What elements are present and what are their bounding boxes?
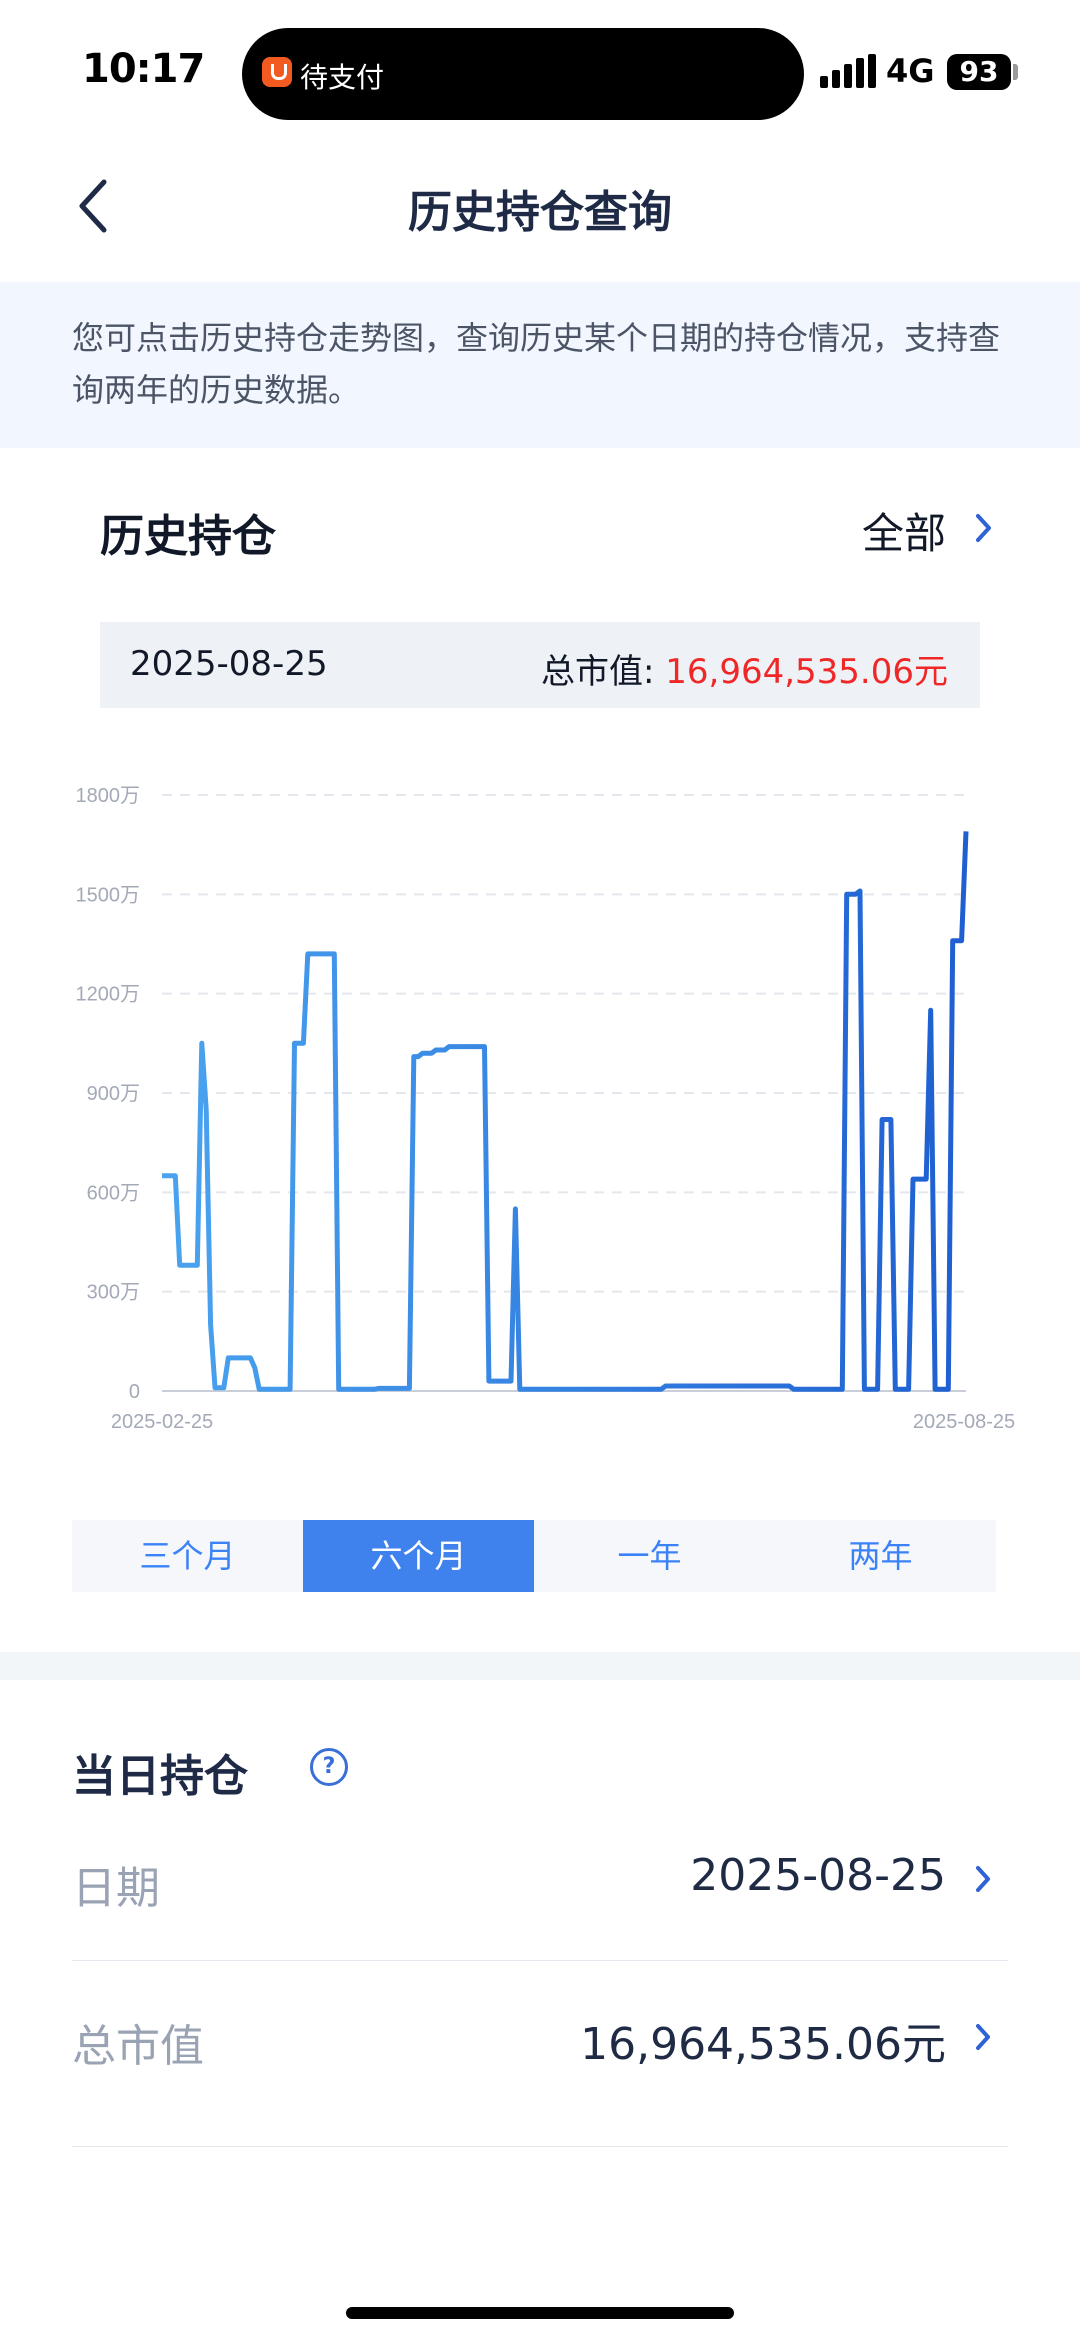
- tab-one-year[interactable]: 一年: [534, 1520, 765, 1592]
- tab-two-years[interactable]: 两年: [765, 1520, 996, 1592]
- y-tick-label: 600万: [87, 1182, 140, 1204]
- holdings-series-line[interactable]: [162, 831, 969, 1392]
- y-tick-label: 1800万: [76, 785, 141, 807]
- y-tick-label: 1500万: [76, 884, 141, 906]
- tab-three-months[interactable]: 三个月: [72, 1520, 303, 1592]
- x-tick-label: 2025-08-25: [913, 1411, 1015, 1433]
- section-divider: [0, 1652, 1080, 1680]
- battery-level: 93: [959, 55, 999, 88]
- notice-text: 您可点击历史持仓走势图，查询历史某个日期的持仓情况，支持查询两年的历史数据。: [72, 319, 1001, 409]
- account-filter[interactable]: 全部: [862, 500, 946, 561]
- date-row[interactable]: 日期 2025-08-25: [72, 1800, 1008, 1961]
- island-text: 待支付: [300, 61, 385, 94]
- total-label: 总市值:: [540, 652, 666, 692]
- y-tick-label: 900万: [87, 1083, 140, 1105]
- total-value-label: 总市值: [72, 2021, 204, 2072]
- total-value: 16,964,535.06元: [665, 652, 948, 692]
- tab-six-months[interactable]: 六个月: [303, 1520, 534, 1592]
- date-value: 2025-08-25: [690, 1850, 946, 1901]
- status-time: 10:17: [82, 46, 205, 92]
- total-value-amount: 16,964,535.06元: [580, 2019, 946, 2070]
- section-title: 历史持仓: [100, 511, 276, 562]
- chevron-right-icon[interactable]: [970, 508, 996, 548]
- y-tick-label: 300万: [87, 1282, 140, 1304]
- y-tick-label: 1200万: [76, 984, 141, 1006]
- x-tick-label: 2025-02-25: [111, 1411, 213, 1433]
- total-value-row[interactable]: 总市值 16,964,535.06元: [72, 1960, 1008, 2147]
- battery-tip: [1013, 64, 1018, 80]
- signal-icon: [820, 54, 876, 88]
- didi-app-icon: [262, 57, 292, 87]
- selected-date: 2025-08-25: [130, 644, 328, 684]
- daily-holdings-title: 当日持仓: [72, 1751, 248, 1802]
- page-title: 历史持仓查询: [408, 187, 672, 238]
- selected-total: 总市值: 16,964,535.06元: [541, 644, 948, 693]
- home-indicator: [346, 2307, 734, 2319]
- period-tabs: 三个月 六个月 一年 两年: [72, 1520, 996, 1592]
- help-icon[interactable]: ?: [310, 1748, 348, 1786]
- chevron-right-icon: [976, 2024, 990, 2050]
- network-label: 4G: [886, 52, 935, 90]
- chevron-right-icon: [976, 1866, 990, 1892]
- holdings-line-chart[interactable]: 0 300万 600万 900万 1200万 1500万 1800万 2025-02-25 20…: [0, 760, 1080, 1460]
- date-label: 日期: [72, 1863, 160, 1914]
- y-tick-label: 0: [129, 1381, 140, 1403]
